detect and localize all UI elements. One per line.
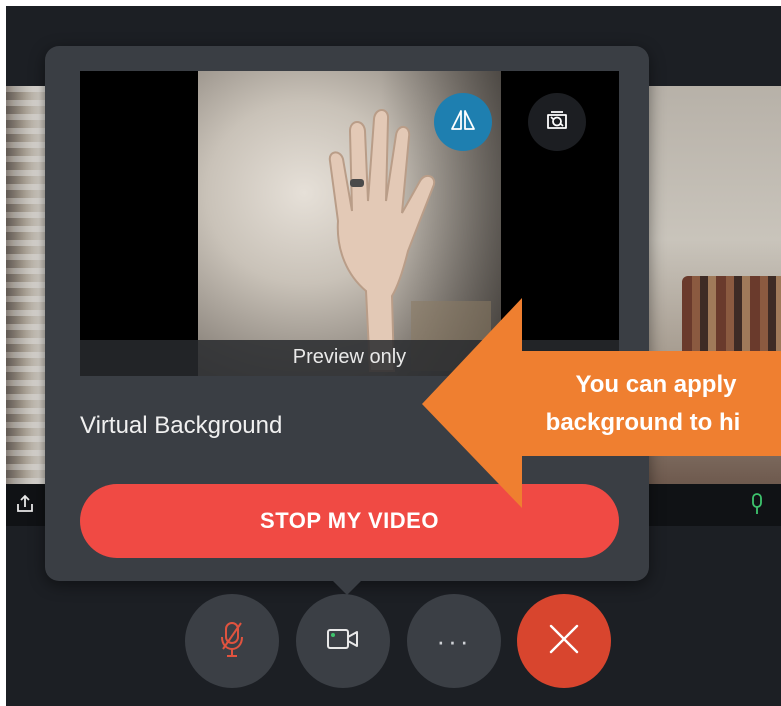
stop-my-video-button[interactable]: STOP MY VIDEO <box>80 484 619 558</box>
tile-toolbar <box>642 484 781 526</box>
video-camera-icon <box>325 626 361 657</box>
mute-button[interactable] <box>185 594 279 688</box>
switch-camera-icon <box>542 105 572 140</box>
microphone-active-icon <box>747 492 767 516</box>
switch-camera-button[interactable] <box>528 93 586 151</box>
video-settings-popup: Preview only Virtual Background STOP MY … <box>45 46 649 581</box>
video-toggle-button[interactable] <box>296 594 390 688</box>
microphone-muted-icon <box>217 619 247 664</box>
share-screen-icon[interactable] <box>14 492 36 514</box>
virtual-background-option[interactable]: Virtual Background <box>80 412 282 440</box>
preview-caption: Preview only <box>80 340 619 376</box>
raised-hand-image <box>328 109 436 372</box>
participant-video-tile-right[interactable] <box>642 86 781 526</box>
meeting-stage: Preview only Virtual Background STOP MY … <box>6 6 781 706</box>
video-background <box>682 276 781 446</box>
camera-preview: Preview only <box>80 71 619 376</box>
popup-pointer <box>333 581 361 595</box>
mirror-video-button[interactable] <box>434 93 492 151</box>
mirror-flip-icon <box>448 105 478 140</box>
more-options-button[interactable]: ··· <box>407 594 501 688</box>
close-icon <box>547 622 581 661</box>
leave-call-button[interactable] <box>517 594 611 688</box>
